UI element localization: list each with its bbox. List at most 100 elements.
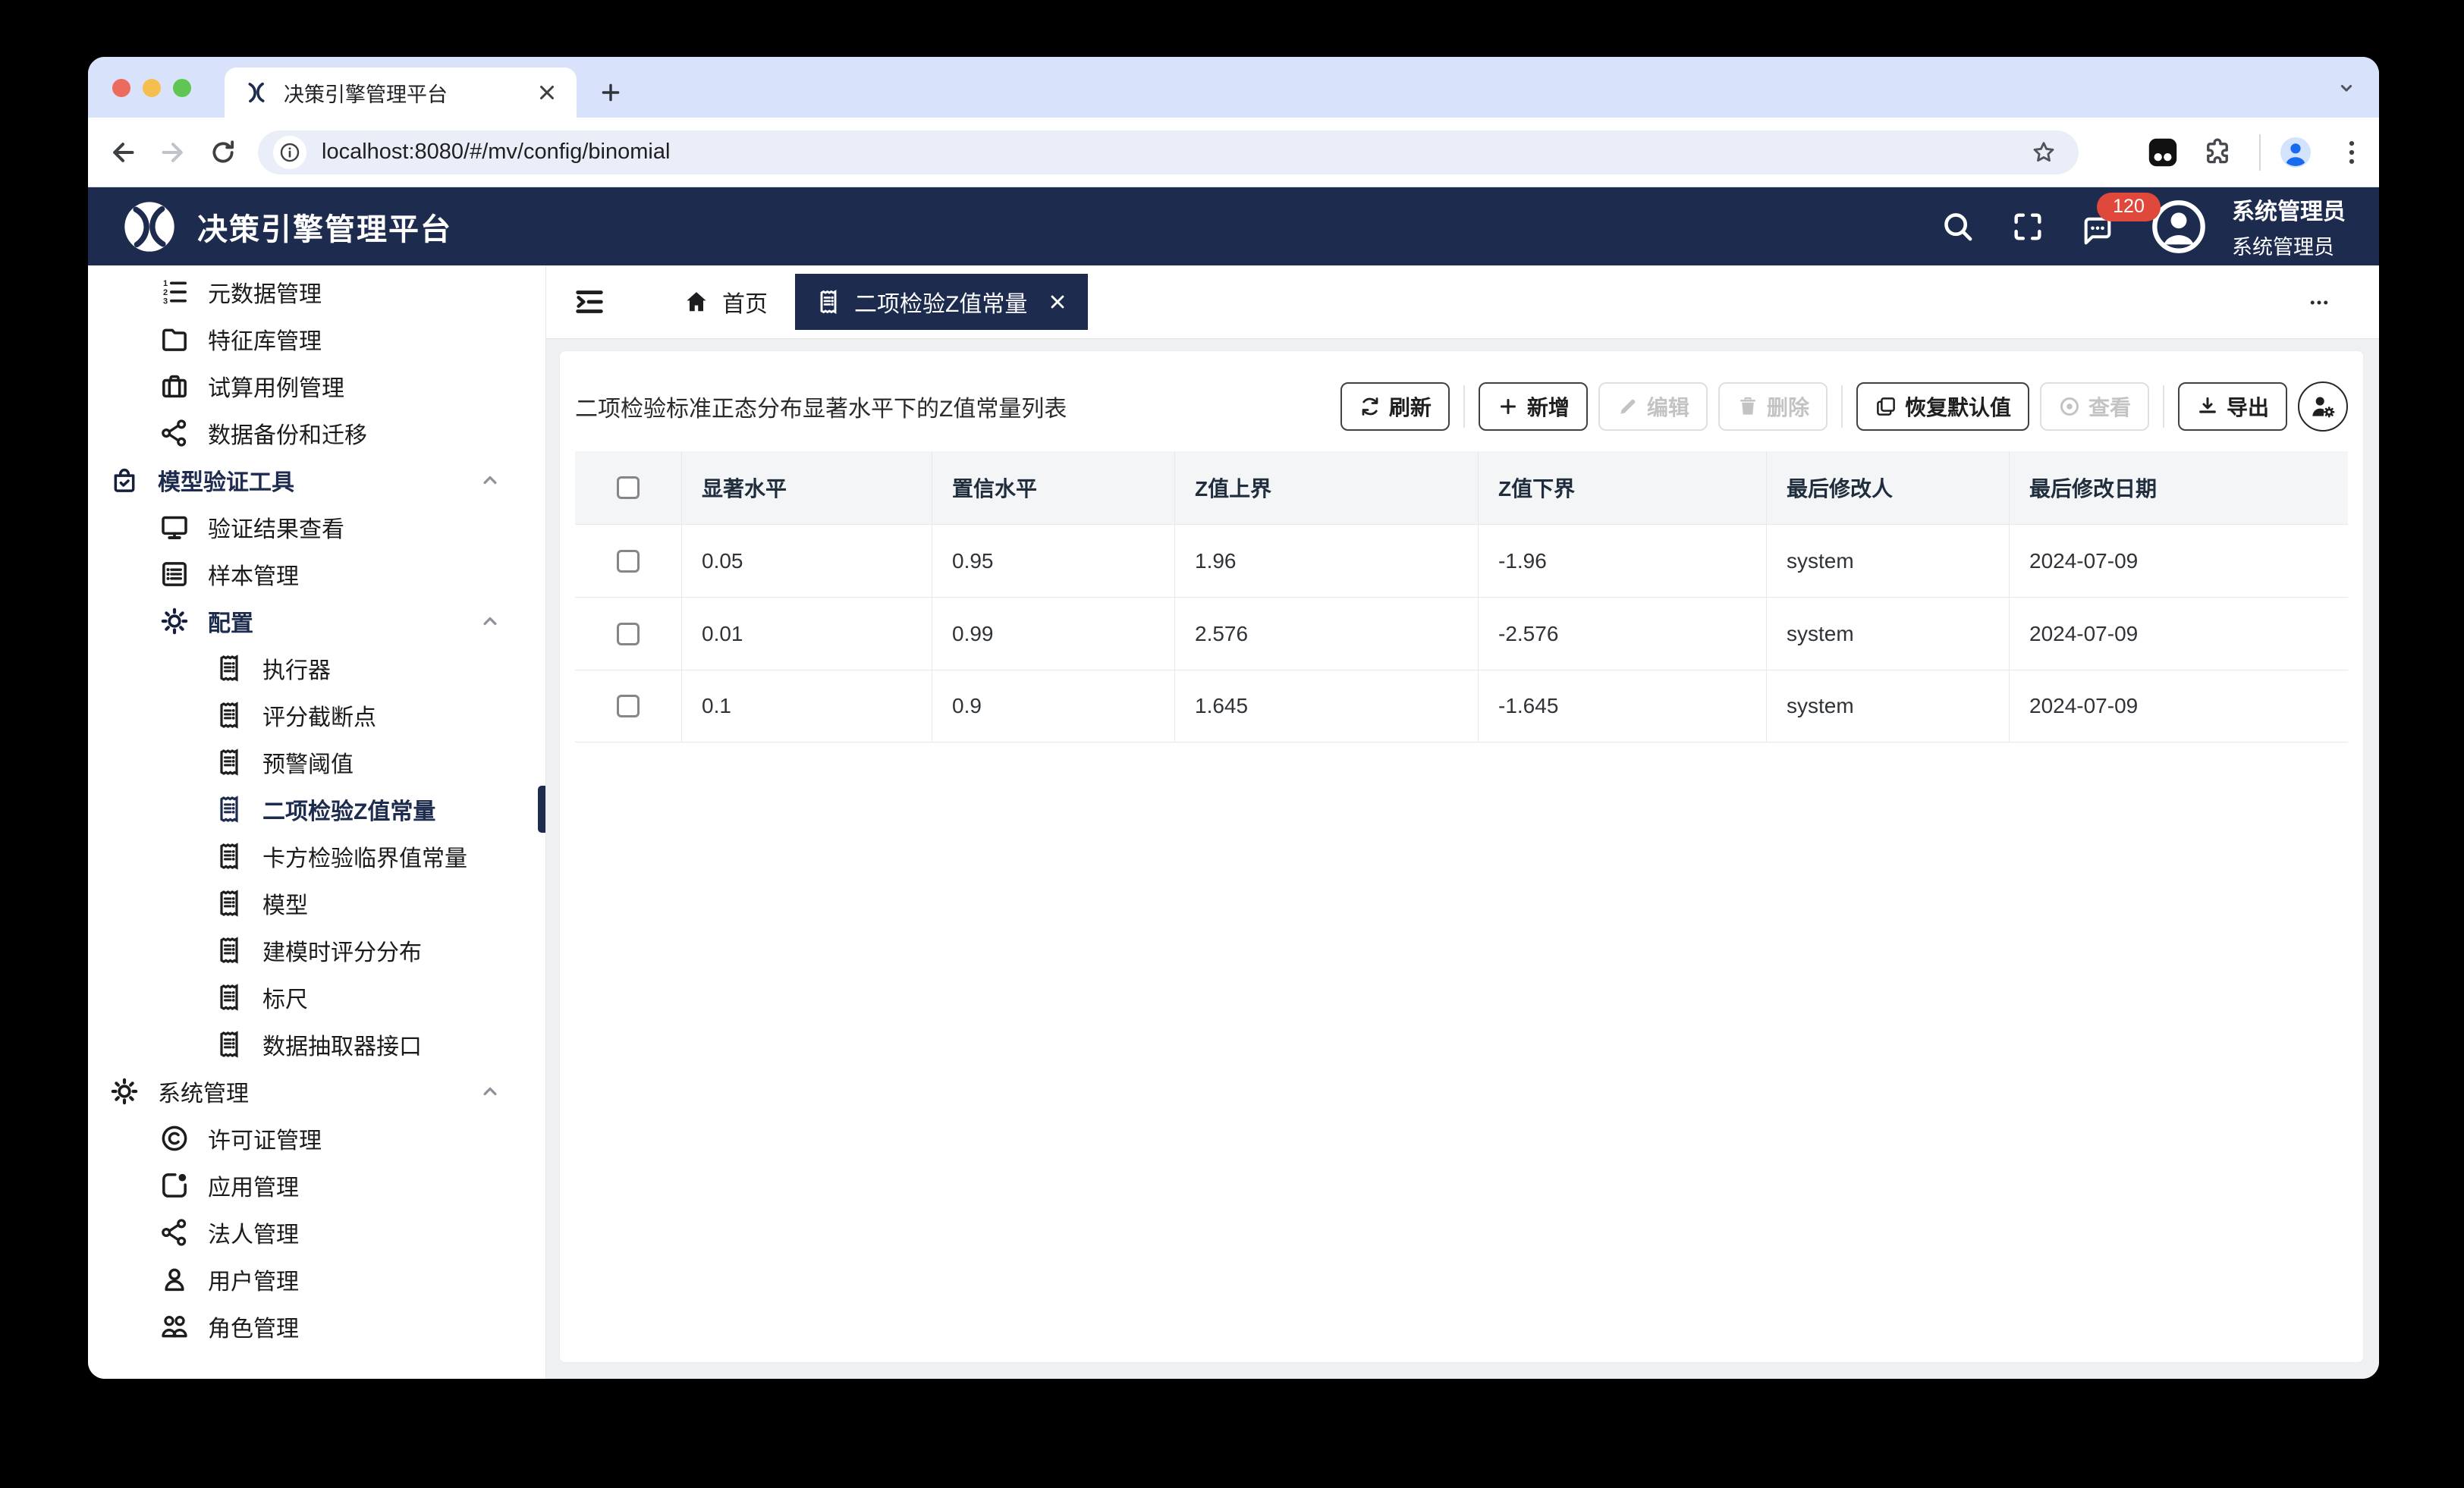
edit-button[interactable]: 编辑 (1598, 382, 1708, 431)
back-button[interactable] (108, 137, 138, 168)
restore-defaults-button[interactable]: 恢复默认值 (1856, 382, 2029, 431)
messages-button[interactable]: 120 (2080, 209, 2115, 244)
active-page-tab[interactable]: 二项检验Z值常量 (795, 274, 1088, 330)
reload-button[interactable] (208, 137, 238, 168)
sidebar-item[interactable]: 评分截断点 (88, 692, 545, 739)
fullscreen-icon[interactable] (2010, 209, 2045, 244)
receipt-icon (214, 841, 244, 871)
zoom-window-button[interactable] (173, 79, 191, 97)
sidebar-item[interactable]: 数据抽取器接口 (88, 1021, 545, 1068)
receipt-icon (214, 1029, 244, 1059)
receipt-icon (214, 747, 244, 777)
row-checkbox[interactable] (617, 695, 640, 717)
user-settings-button[interactable] (2298, 381, 2348, 432)
browser-profile-avatar[interactable] (2277, 134, 2314, 171)
column-header: 显著水平 (681, 451, 932, 524)
table-row[interactable]: 0.010.992.576-2.576system2024-07-09 (575, 597, 2348, 670)
table-row[interactable]: 0.10.91.645-1.645system2024-07-09 (575, 670, 2348, 742)
sidebar-item[interactable]: 样本管理 (88, 551, 545, 598)
url-text[interactable]: localhost:8080/#/mv/config/binomial (322, 140, 2015, 165)
bookmark-star-icon[interactable] (2030, 139, 2057, 166)
user-icon (159, 1264, 190, 1295)
sidebar-item[interactable]: 模型验证工具 (88, 457, 545, 504)
sidebar-item[interactable]: 许可证管理 (88, 1115, 545, 1162)
user-info[interactable]: 系统管理员 系统管理员 (2232, 193, 2346, 260)
sidebar-item[interactable]: 配置 (88, 598, 545, 645)
button-label: 编辑 (1647, 391, 1689, 422)
table-row[interactable]: 0.050.951.96-1.96system2024-07-09 (575, 524, 2348, 597)
table-cell: 0.05 (681, 525, 932, 597)
user-name: 系统管理员 (2232, 193, 2346, 226)
sidebar-item[interactable]: 角色管理 (88, 1303, 545, 1350)
column-header: 最后修改人 (1766, 451, 2009, 524)
sidebar-item-label: 验证结果查看 (208, 510, 344, 544)
sidebar-fold-icon[interactable] (572, 284, 607, 319)
sidebar-item-label: 二项检验Z值常量 (262, 793, 435, 826)
tab-close-icon[interactable] (1047, 291, 1068, 312)
refresh-icon (1359, 395, 1381, 418)
sidebar-item[interactable]: 特征库管理 (88, 315, 545, 363)
table-cell: 2024-07-09 (2009, 670, 2348, 742)
svg-text:1: 1 (163, 279, 168, 288)
close-window-button[interactable] (112, 79, 130, 97)
table-cell: 0.1 (681, 670, 932, 742)
ordered-list-icon: 123 (159, 277, 190, 307)
toolbar-separator (2163, 385, 2164, 428)
sidebar-item-label: 样本管理 (208, 557, 299, 591)
copyright-icon (159, 1123, 190, 1154)
sidebar-item[interactable]: 卡方检验临界值常量 (88, 833, 545, 880)
search-icon[interactable] (1941, 209, 1975, 244)
sidebar-item[interactable]: 法人管理 (88, 1209, 545, 1256)
delete-button[interactable]: 删除 (1718, 382, 1828, 431)
sidebar-item[interactable]: 二项检验Z值常量 (88, 786, 545, 833)
sidebar-item-label: 特征库管理 (208, 322, 322, 356)
chevron-up-icon[interactable] (479, 1080, 501, 1103)
svg-text:3: 3 (163, 297, 168, 306)
table-cell: 0.01 (681, 598, 932, 670)
table-cell: 0.99 (932, 598, 1174, 670)
sidebar-item[interactable]: 应用管理 (88, 1162, 545, 1209)
message-count-badge: 120 (2097, 193, 2161, 221)
sidebar-item[interactable]: 执行器 (88, 645, 545, 692)
export-icon (2196, 395, 2219, 418)
tab-options-icon[interactable] (2302, 291, 2337, 314)
sidebar-item[interactable]: 试算用例管理 (88, 363, 545, 410)
chevron-up-icon[interactable] (479, 469, 501, 491)
sidebar-item[interactable]: 预警阈值 (88, 739, 545, 786)
tab-search-icon[interactable] (2335, 77, 2358, 99)
export-button[interactable]: 导出 (2178, 382, 2287, 431)
sidebar-item[interactable]: 模型 (88, 880, 545, 927)
sidebar-item[interactable]: 123元数据管理 (88, 268, 545, 315)
home-tab[interactable]: 首页 (683, 285, 768, 319)
browser-tab[interactable]: 决策引擎管理平台 (225, 67, 577, 118)
user-gear-icon (2308, 392, 2337, 421)
new-tab-button[interactable] (598, 80, 624, 105)
view-button[interactable]: 查看 (2040, 382, 2149, 431)
add-button[interactable]: 新增 (1479, 382, 1588, 431)
minimize-window-button[interactable] (143, 79, 161, 97)
extensions-menu-icon[interactable] (2202, 137, 2233, 168)
row-checkbox[interactable] (617, 623, 640, 645)
receipt-icon (214, 794, 244, 824)
column-header: Z值上界 (1174, 451, 1478, 524)
sidebar-item-label: 角色管理 (208, 1310, 299, 1343)
sidebar-item[interactable]: 建模时评分分布 (88, 927, 545, 974)
sidebar-item[interactable]: 验证结果查看 (88, 504, 545, 551)
sidebar-item[interactable]: 标尺 (88, 974, 545, 1021)
table-cell: 0.9 (932, 670, 1174, 742)
address-bar[interactable]: localhost:8080/#/mv/config/binomial (258, 130, 2079, 174)
view-icon (2058, 395, 2081, 418)
forward-button[interactable] (158, 137, 188, 168)
tab-close-icon[interactable] (536, 81, 558, 104)
action-toolbar: 刷新新增 编辑删除恢复默认值查看导出 (1340, 381, 2348, 432)
extension-icon[interactable] (2145, 135, 2180, 170)
refresh-button[interactable]: 刷新 (1340, 382, 1450, 431)
browser-menu-icon[interactable] (2335, 136, 2368, 169)
select-all-checkbox[interactable] (617, 476, 640, 499)
sidebar-item[interactable]: 系统管理 (88, 1068, 545, 1115)
chevron-up-icon[interactable] (479, 610, 501, 633)
sidebar-item[interactable]: 数据备份和迁移 (88, 410, 545, 457)
site-info-chip[interactable] (273, 136, 306, 169)
row-checkbox[interactable] (617, 550, 640, 573)
sidebar-item[interactable]: 用户管理 (88, 1256, 545, 1303)
